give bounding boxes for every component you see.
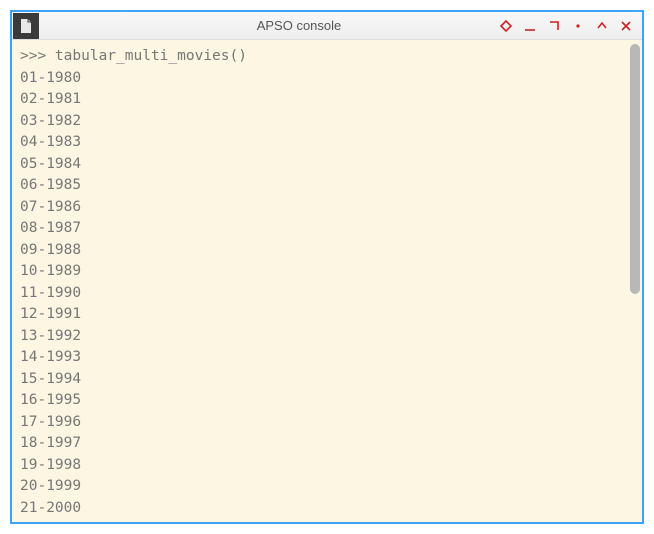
output-line: 05-1984	[20, 156, 81, 172]
window-controls	[498, 18, 642, 34]
window-title: APSO console	[40, 18, 498, 33]
console-window: APSO console >>> tabular_multi_movies() …	[10, 10, 644, 524]
output-line: 02-1981	[20, 91, 81, 107]
entered-command: tabular_multi_movies()	[55, 48, 247, 64]
output-line: 10-1989	[20, 263, 81, 279]
menu-dot-button[interactable]	[570, 18, 586, 34]
close-button[interactable]	[618, 18, 634, 34]
shade-button[interactable]	[594, 18, 610, 34]
scrollbar[interactable]	[628, 40, 642, 522]
app-icon	[13, 13, 39, 39]
output-line: 17-1996	[20, 414, 81, 430]
titlebar[interactable]: APSO console	[12, 12, 642, 40]
output-line: 19-1998	[20, 457, 81, 473]
output-line: 13-1992	[20, 328, 81, 344]
scrollbar-thumb[interactable]	[630, 44, 640, 294]
stay-on-top-button[interactable]	[498, 18, 514, 34]
output-line: 09-1988	[20, 242, 81, 258]
output-line: 18-1997	[20, 435, 81, 451]
output-line: 08-1987	[20, 220, 81, 236]
output-line: 01-1980	[20, 70, 81, 86]
console-output[interactable]: >>> tabular_multi_movies() 01-1980 02-19…	[12, 40, 628, 522]
output-line: 21-2000	[20, 500, 81, 516]
maximize-button[interactable]	[546, 18, 562, 34]
document-icon	[18, 18, 34, 34]
output-line: 15-1994	[20, 371, 81, 387]
output-line: 12-1991	[20, 306, 81, 322]
output-line: 07-1986	[20, 199, 81, 215]
output-line: 04-1983	[20, 134, 81, 150]
output-line: 06-1985	[20, 177, 81, 193]
prompt-symbol: >>>	[20, 48, 55, 64]
output-line: 11-1990	[20, 285, 81, 301]
output-line: 16-1995	[20, 392, 81, 408]
output-line: 20-1999	[20, 478, 81, 494]
output-line: 03-1982	[20, 113, 81, 129]
output-line: 14-1993	[20, 349, 81, 365]
console-area[interactable]: >>> tabular_multi_movies() 01-1980 02-19…	[12, 40, 642, 522]
minimize-button[interactable]	[522, 18, 538, 34]
